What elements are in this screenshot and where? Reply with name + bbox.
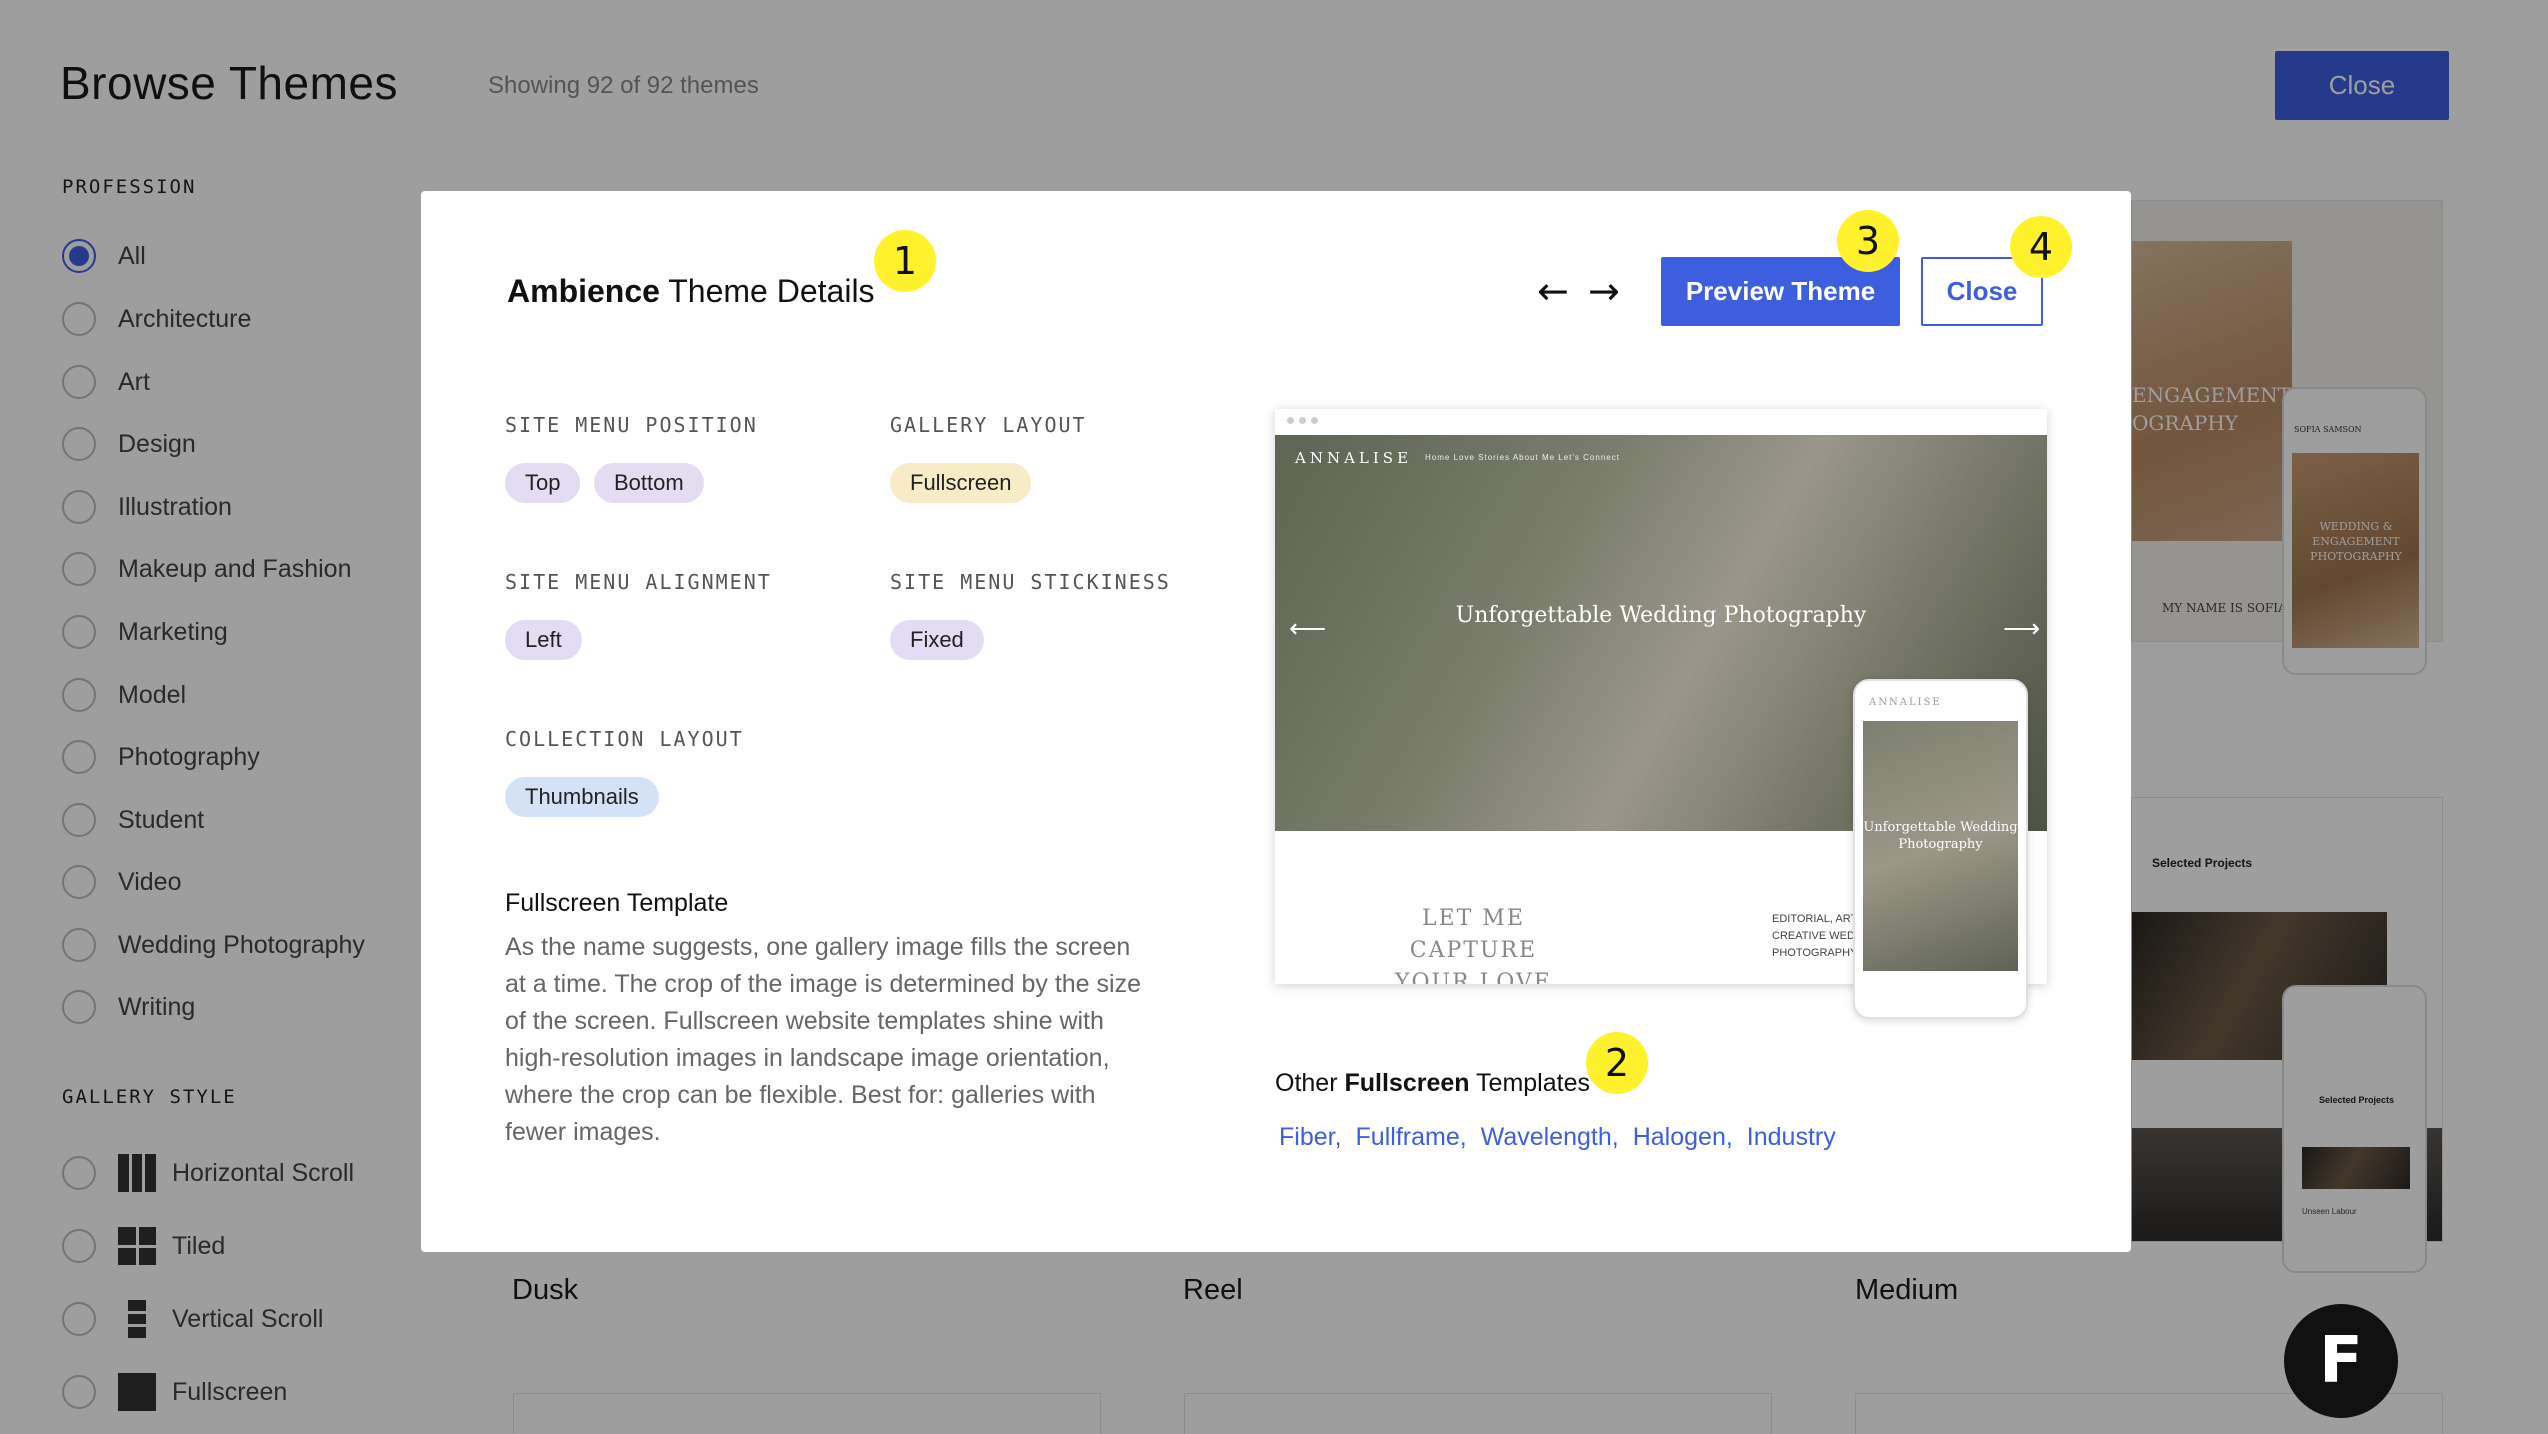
site-menu-position-label: SITE MENU POSITION	[505, 413, 758, 437]
site-menu-alignment-tag: Left	[505, 620, 582, 660]
next-theme-arrow-icon[interactable]: →	[1588, 269, 1620, 313]
site-menu-position-tag: Top	[505, 463, 581, 503]
preview-left-arrow-icon: ⟵	[1289, 613, 1327, 643]
theme-details-modal: Ambience Theme Details ← → Preview Theme…	[421, 191, 2131, 1252]
other-suffix: Templates	[1476, 1069, 1590, 1097]
preview-tagline: LET ME CAPTURE YOUR LOVE	[1395, 906, 1552, 984]
preview-subtext: EDITORIAL, ART CREATIVE WED PHOTOGRAPHY	[1772, 913, 1858, 959]
collection-layout-tag: Thumbnails	[505, 777, 659, 817]
template-link-wavelength[interactable]: Wavelength,	[1481, 1123, 1619, 1152]
site-menu-stickiness-tag: Fixed	[890, 620, 984, 660]
callout-badge-4: 4	[2010, 216, 2072, 278]
preview-phone-mockup: ANNALISE Unforgettable Wedding Photograp…	[1853, 679, 2028, 1019]
collection-layout-label: COLLECTION LAYOUT	[505, 727, 744, 751]
previous-theme-arrow-icon[interactable]: ←	[1537, 269, 1569, 313]
phone-headline: Unforgettable Wedding Photography	[1863, 820, 2018, 852]
template-link-halogen[interactable]: Halogen,	[1633, 1123, 1733, 1152]
modal-title: Ambience Theme Details	[507, 273, 875, 310]
site-menu-stickiness-label: SITE MENU STICKINESS	[890, 570, 1171, 594]
phone-brand: ANNALISE	[1869, 697, 1942, 708]
preview-brand: ANNALISE	[1295, 449, 1413, 467]
gallery-layout-tag: Fullscreen	[890, 463, 1032, 503]
site-menu-position-tag: Bottom	[594, 463, 704, 503]
template-link-fiber[interactable]: Fiber,	[1279, 1123, 1342, 1152]
template-description: As the name suggests, one gallery image …	[505, 933, 1141, 1146]
theme-name: Ambience	[507, 273, 660, 309]
browser-dots	[1275, 409, 2047, 435]
preview-right-arrow-icon: ⟶	[2003, 613, 2041, 643]
template-link-industry[interactable]: Industry	[1747, 1123, 1836, 1152]
other-prefix: Other	[1275, 1069, 1338, 1097]
callout-badge-2: 2	[1586, 1032, 1648, 1094]
gallery-layout-label: GALLERY LAYOUT	[890, 413, 1087, 437]
site-menu-alignment-label: SITE MENU ALIGNMENT	[505, 570, 772, 594]
floating-logo-button[interactable]: F	[2284, 1304, 2398, 1418]
preview-nav: Home Love Stories About Me Let's Connect	[1425, 453, 1620, 462]
callout-badge-3: 3	[1837, 210, 1899, 272]
other-category: Fullscreen	[1344, 1069, 1470, 1097]
template-heading: Fullscreen Template	[505, 889, 729, 917]
title-suffix: Theme Details	[668, 273, 875, 309]
callout-badge-1: 1	[874, 230, 936, 292]
template-link-fullframe[interactable]: Fullframe,	[1356, 1123, 1467, 1152]
other-templates-links: Fiber, Fullframe, Wavelength, Halogen, I…	[1279, 1123, 1836, 1152]
preview-headline: Unforgettable Wedding Photography	[1455, 603, 1867, 628]
other-templates-heading: Other Fullscreen Templates	[1275, 1069, 1590, 1098]
